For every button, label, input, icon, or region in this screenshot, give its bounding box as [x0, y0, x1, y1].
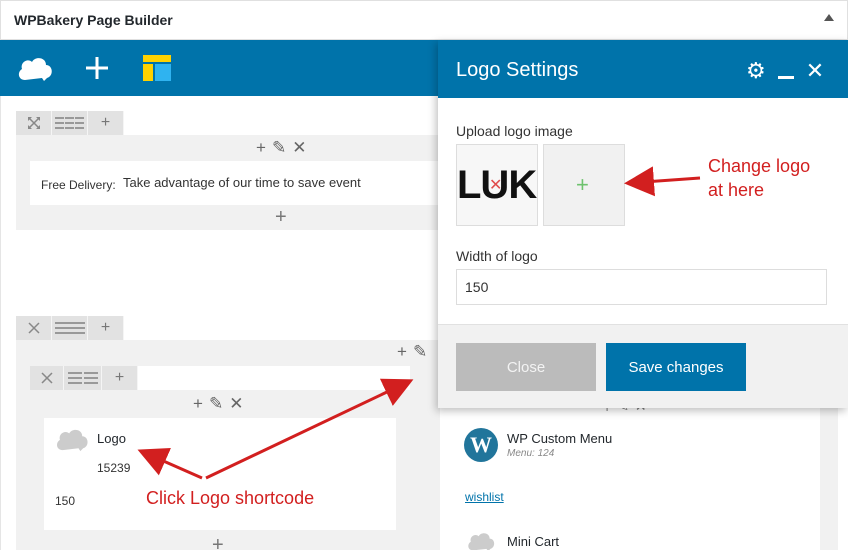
annotation-arrows	[137, 166, 701, 480]
arrow-to-logo	[137, 447, 203, 480]
arrow-to-upload	[624, 166, 701, 197]
arrow-to-edit	[205, 378, 414, 480]
annotation-at-here: at here	[708, 180, 765, 200]
annotation-click-logo: Click Logo shortcode	[146, 488, 315, 508]
annotation-change-logo: Change logo	[708, 156, 811, 176]
